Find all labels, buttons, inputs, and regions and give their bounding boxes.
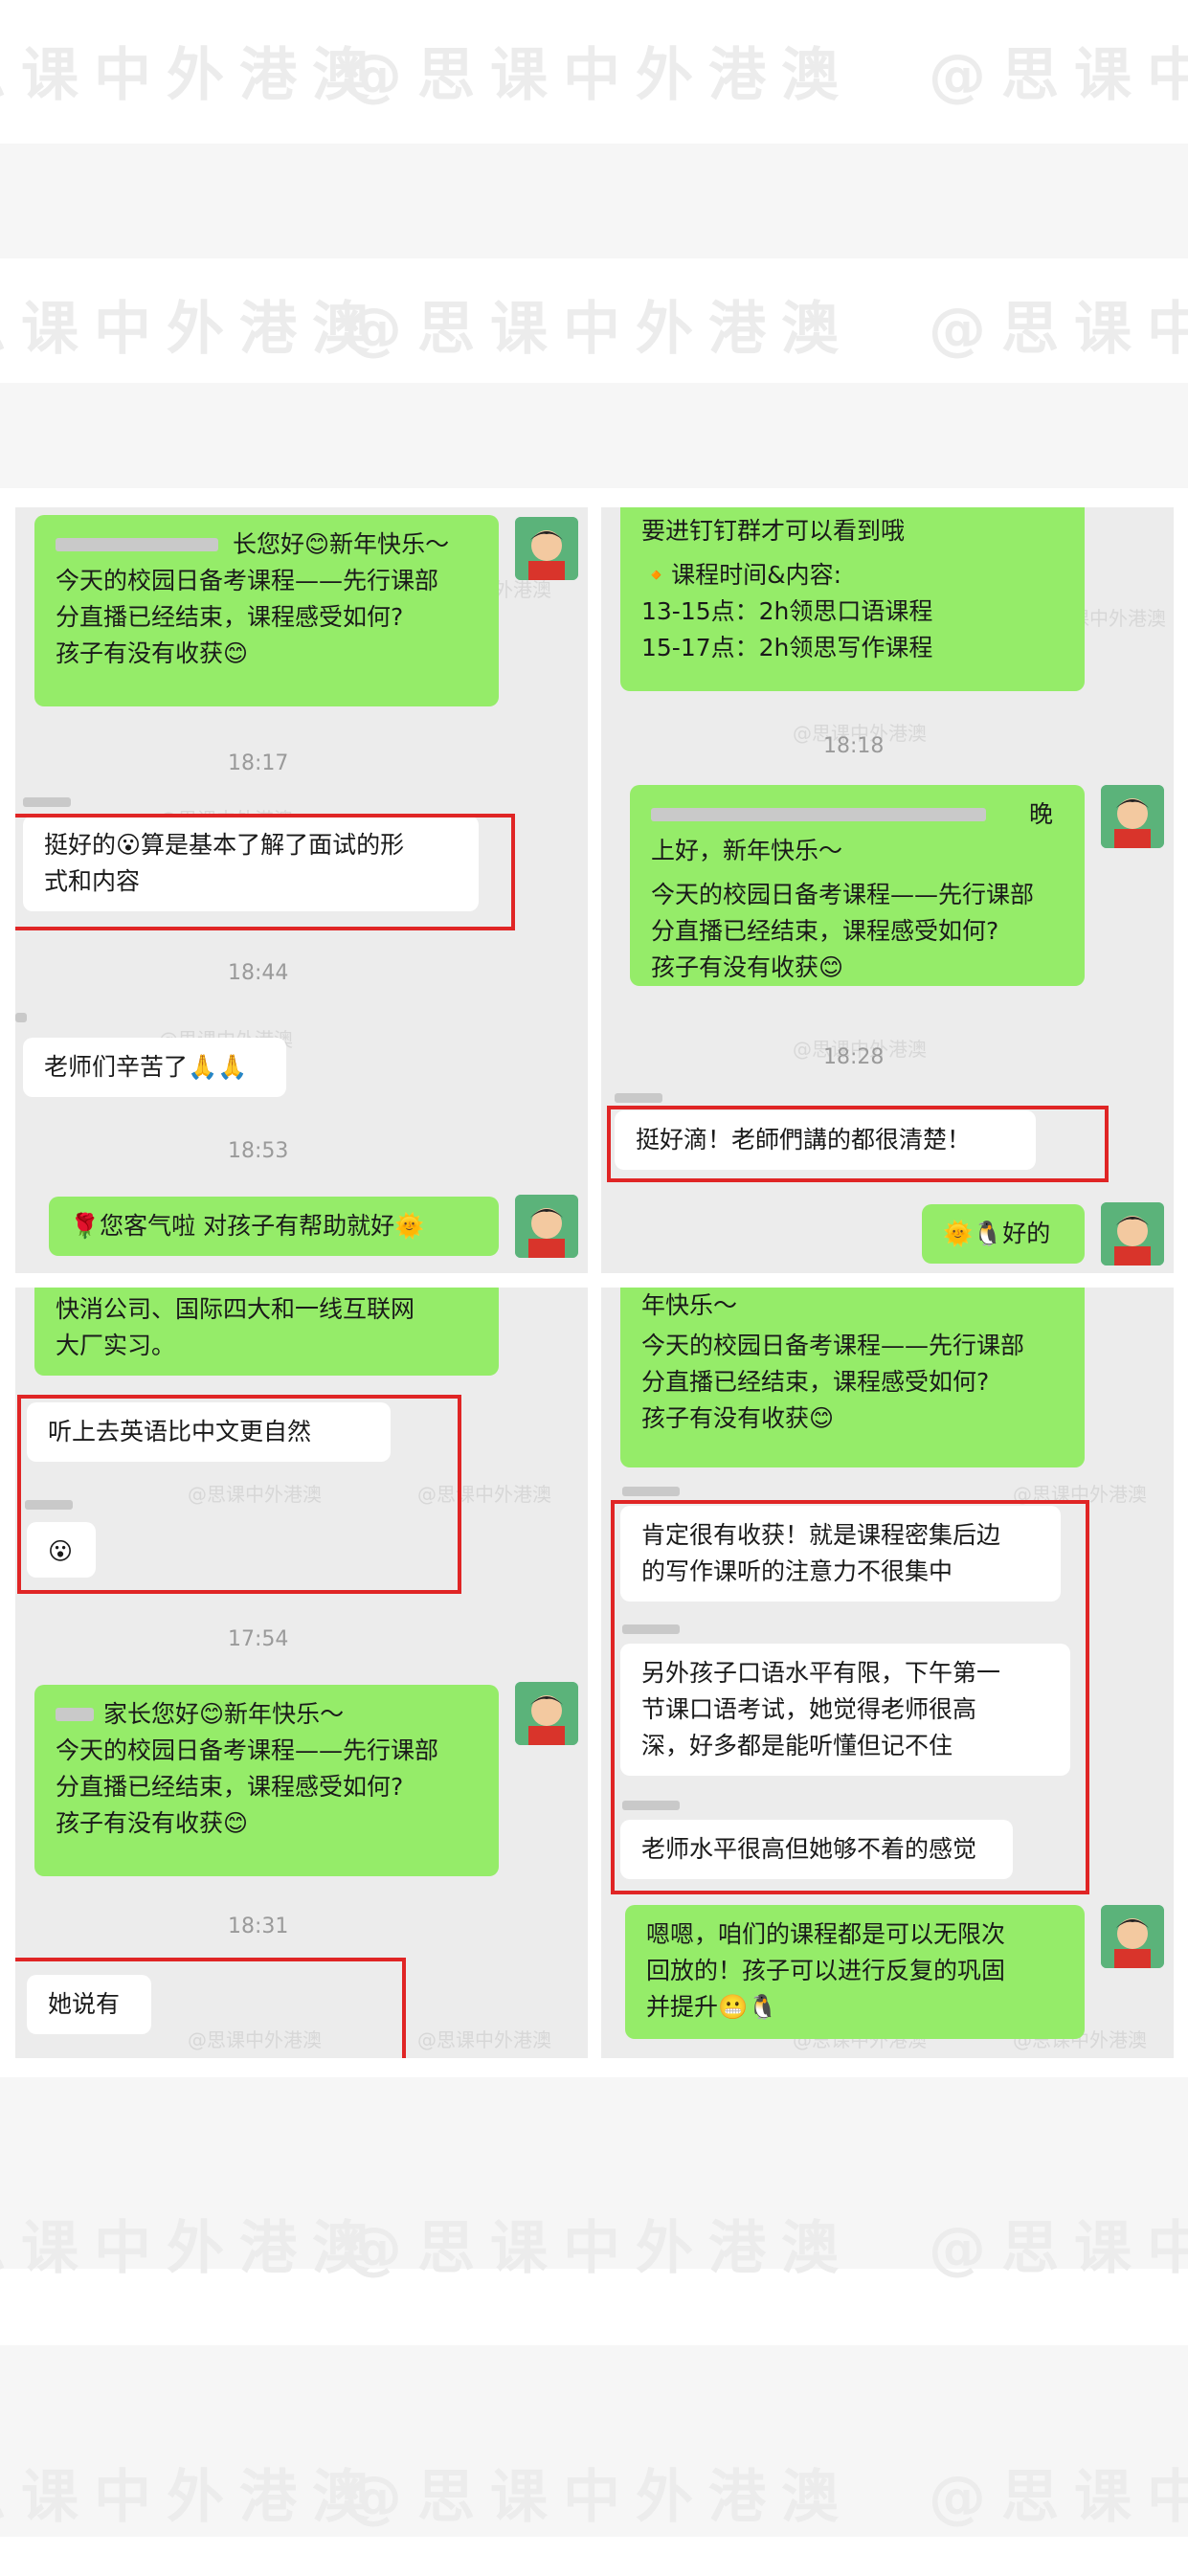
teacher-message: 家长您好😊新年快乐～ 今天的校园日备考课程——先行课部 分直播已经结束，课程感受… [34, 1685, 499, 1876]
watermark: @思课中外港澳 [345, 42, 854, 109]
timestamp: 18:18 [823, 734, 885, 758]
highlight-box [15, 814, 515, 930]
avatar[interactable] [1101, 1202, 1164, 1266]
highlight-box [607, 1106, 1109, 1182]
message-line: 孩子有没有收获😊 [56, 639, 249, 667]
highlight-box [17, 1395, 461, 1594]
teacher-message: 快消公司、国际四大和一线互联网 大厂实习。 [34, 1288, 499, 1376]
redacted-name [23, 797, 71, 807]
message-line: 今天的校园日备考课程——先行课部 [56, 567, 439, 594]
watermark: @思课中外港澳 [0, 296, 385, 363]
message-line: 上好，新年快乐～ [651, 837, 843, 864]
avatar[interactable] [515, 1195, 578, 1258]
teacher-message: 长您好😊新年快乐～ 今天的校园日备考课程——先行课部 分直播已经结束，课程感受如… [34, 515, 499, 706]
redacted-name [56, 1708, 94, 1721]
message-line: 分直播已经结束，课程感受如何? [56, 1773, 404, 1801]
message-line: 15-17点：2h领思写作课程 [641, 634, 933, 661]
message-line: 今天的校园日备考课程——先行课部 [56, 1736, 439, 1764]
redacted-name [622, 1487, 680, 1496]
redacted-name [56, 538, 218, 551]
teacher-message: 🌹您客气啦 对孩子有帮助就好🌞 [49, 1197, 499, 1256]
message-line: 要进钉钉群才可以看到哦 [641, 517, 906, 545]
watermark: @思课中外港澳 [929, 2464, 1188, 2531]
message-line: 家长您好😊新年快乐～ [103, 1700, 345, 1728]
teacher-message: 年快乐～ 今天的校园日备考课程——先行课部 分直播已经结束，课程感受如何? 孩子… [620, 1288, 1085, 1467]
avatar[interactable] [515, 1682, 578, 1745]
chat-panel-1: @思课中外港澳 @思课中外港澳 @思课中外港澳 @思课中外港澳 长您好😊新年快乐… [15, 507, 588, 1273]
timestamp: 18:17 [228, 751, 289, 775]
watermark: @思课中外港澳 [929, 2215, 1188, 2282]
avatar[interactable] [1101, 1905, 1164, 1968]
message-line: 今天的校园日备考课程——先行课部 [651, 881, 1035, 908]
watermark: @思课中外港澳 [345, 2464, 854, 2531]
parent-reply: 老师们辛苦了🙏🙏 [23, 1038, 286, 1097]
timestamp: 18:53 [228, 1139, 289, 1163]
message-line: 快消公司、国际四大和一线互联网 [56, 1295, 415, 1323]
teacher-message: 要进钉钉群才可以看到哦 🔸课程时间&内容: 13-15点：2h领思口语课程 15… [620, 507, 1085, 691]
timestamp: 18:31 [228, 1915, 289, 1938]
watermark: @思课中外港澳 [929, 42, 1188, 109]
message-line: 嗯嗯，咱们的课程都是可以无限次 [646, 1920, 1006, 1948]
highlight-box [611, 1500, 1089, 1894]
timestamp: 17:54 [228, 1627, 289, 1651]
teacher-message: 晚 上好，新年快乐～ 今天的校园日备考课程——先行课部 分直播已经结束，课程感受… [630, 785, 1085, 986]
chat-panel-4: @思课中外港澳 @思课中外港澳 @思课中外港澳 @思课中外港澳 年快乐～ 今天的… [601, 1288, 1174, 2058]
redacted-name [651, 808, 986, 821]
watermark: @思课中外港澳 [929, 296, 1188, 363]
timestamp: 18:44 [228, 961, 289, 985]
watermark: @思课中外港澳 [0, 42, 385, 109]
chat-panel-2: @思课中外港澳 @思课中外港澳 @思课中外港澳 要进钉钉群才可以看到哦 🔸课程时… [601, 507, 1174, 1273]
message-line: 今天的校园日备考课程——先行课部 [641, 1332, 1025, 1359]
watermark-small: @思课中外港澳 [417, 2028, 551, 2051]
message-line: 🌹您客气啦 对孩子有帮助就好🌞 [70, 1212, 425, 1240]
band-2 [0, 383, 1188, 488]
message-line: 🌞🐧好的 [943, 1220, 1051, 1247]
chat-panel-3: @思课中外港澳 @思课中外港澳 @思课中外港澳 @思课中外港澳 快消公司、国际四… [15, 1288, 588, 2058]
highlight-box [15, 1958, 406, 2058]
message-line: 年快乐～ [641, 1291, 738, 1319]
message-line: 分直播已经结束，课程感受如何? [651, 917, 999, 945]
message-line: 孩子有没有收获😊 [56, 1809, 249, 1837]
top-band [0, 144, 1188, 258]
message-line: 大厂实习。 [56, 1332, 176, 1359]
timestamp: 18:28 [823, 1045, 885, 1069]
watermark: @思课中外港澳 [345, 2215, 854, 2282]
message-line: 🔸课程时间&内容: [641, 561, 842, 589]
watermark: @思课中外港澳 [345, 296, 854, 363]
message-line: 孩子有没有收获😊 [641, 1404, 835, 1432]
teacher-message: 🌞🐧好的 [922, 1204, 1085, 1264]
avatar[interactable] [515, 517, 578, 580]
redacted-name [15, 1013, 27, 1022]
teacher-message: 嗯嗯，咱们的课程都是可以无限次 回放的！孩子可以进行反复的巩固 并提升😬🐧 [625, 1905, 1085, 2039]
message-line: 13-15点：2h领思口语课程 [641, 597, 933, 625]
message-line: 回放的！孩子可以进行反复的巩固 [646, 1957, 1006, 1984]
message-line: 孩子有没有收获😊 [651, 953, 844, 981]
message-line: 老师们辛苦了🙏🙏 [44, 1053, 248, 1081]
watermark: @思课中外港澳 [0, 2464, 385, 2531]
message-line: 分直播已经结束，课程感受如何? [641, 1368, 990, 1396]
message-line: 并提升😬🐧 [646, 1993, 778, 2021]
redacted-name [615, 1093, 662, 1103]
avatar[interactable] [1101, 785, 1164, 848]
message-line: 分直播已经结束，课程感受如何? [56, 603, 404, 631]
watermark: @思课中外港澳 [0, 2215, 385, 2282]
